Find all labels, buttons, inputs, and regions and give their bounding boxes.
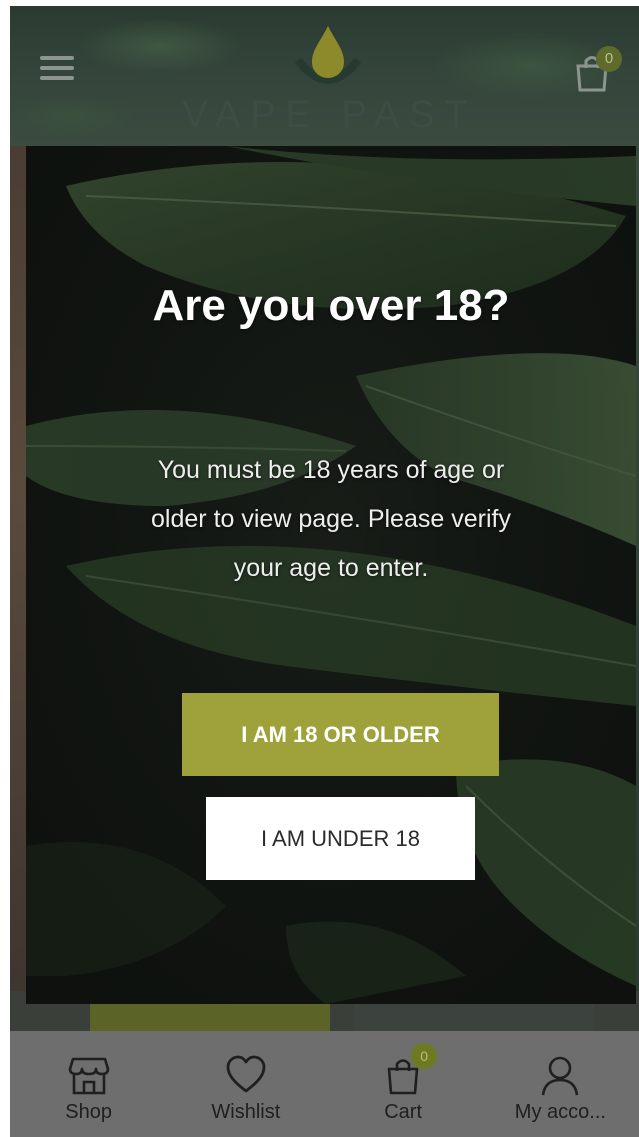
confirm-age-button[interactable]: I AM 18 OR OLDER (182, 693, 499, 776)
logo-drop-icon (294, 26, 362, 84)
storefront-icon (68, 1057, 109, 1095)
header-cart-badge: 0 (596, 46, 622, 72)
background-image-left (10, 146, 26, 1006)
nav-label-cart: Cart (384, 1101, 423, 1123)
screen: VAPE PAST 0 READ MORE VIEW MORE (0, 0, 639, 1137)
nav-item-account[interactable]: My acco... (482, 1031, 639, 1137)
user-icon (542, 1056, 579, 1096)
page-viewport: VAPE PAST 0 READ MORE VIEW MORE (10, 6, 639, 1137)
modal-content: Are you over 18? You must be 18 years of… (26, 146, 636, 1004)
nav-label-shop: Shop (65, 1101, 112, 1123)
deny-age-button[interactable]: I AM UNDER 18 (206, 797, 475, 880)
nav-item-cart[interactable]: 0 Cart (325, 1031, 482, 1137)
nav-label-wishlist: Wishlist (211, 1101, 281, 1123)
modal-message: You must be 18 years of age or older to … (151, 456, 511, 582)
nav-item-wishlist[interactable]: Wishlist (167, 1031, 324, 1137)
age-verification-modal: Are you over 18? You must be 18 years of… (26, 146, 636, 1004)
modal-title: Are you over 18? (152, 281, 510, 330)
nav-item-shop[interactable]: Shop (10, 1031, 167, 1137)
nav-label-account: My acco... (514, 1101, 606, 1123)
logo-text: VAPE PAST (182, 94, 478, 136)
hamburger-menu-icon[interactable] (40, 56, 74, 82)
cart-count-badge: 0 (411, 1043, 438, 1069)
site-header: VAPE PAST 0 (10, 6, 639, 146)
bottom-navigation: Shop Wishlist 0 Cart My acco... (10, 1031, 639, 1137)
heart-icon (226, 1055, 266, 1093)
